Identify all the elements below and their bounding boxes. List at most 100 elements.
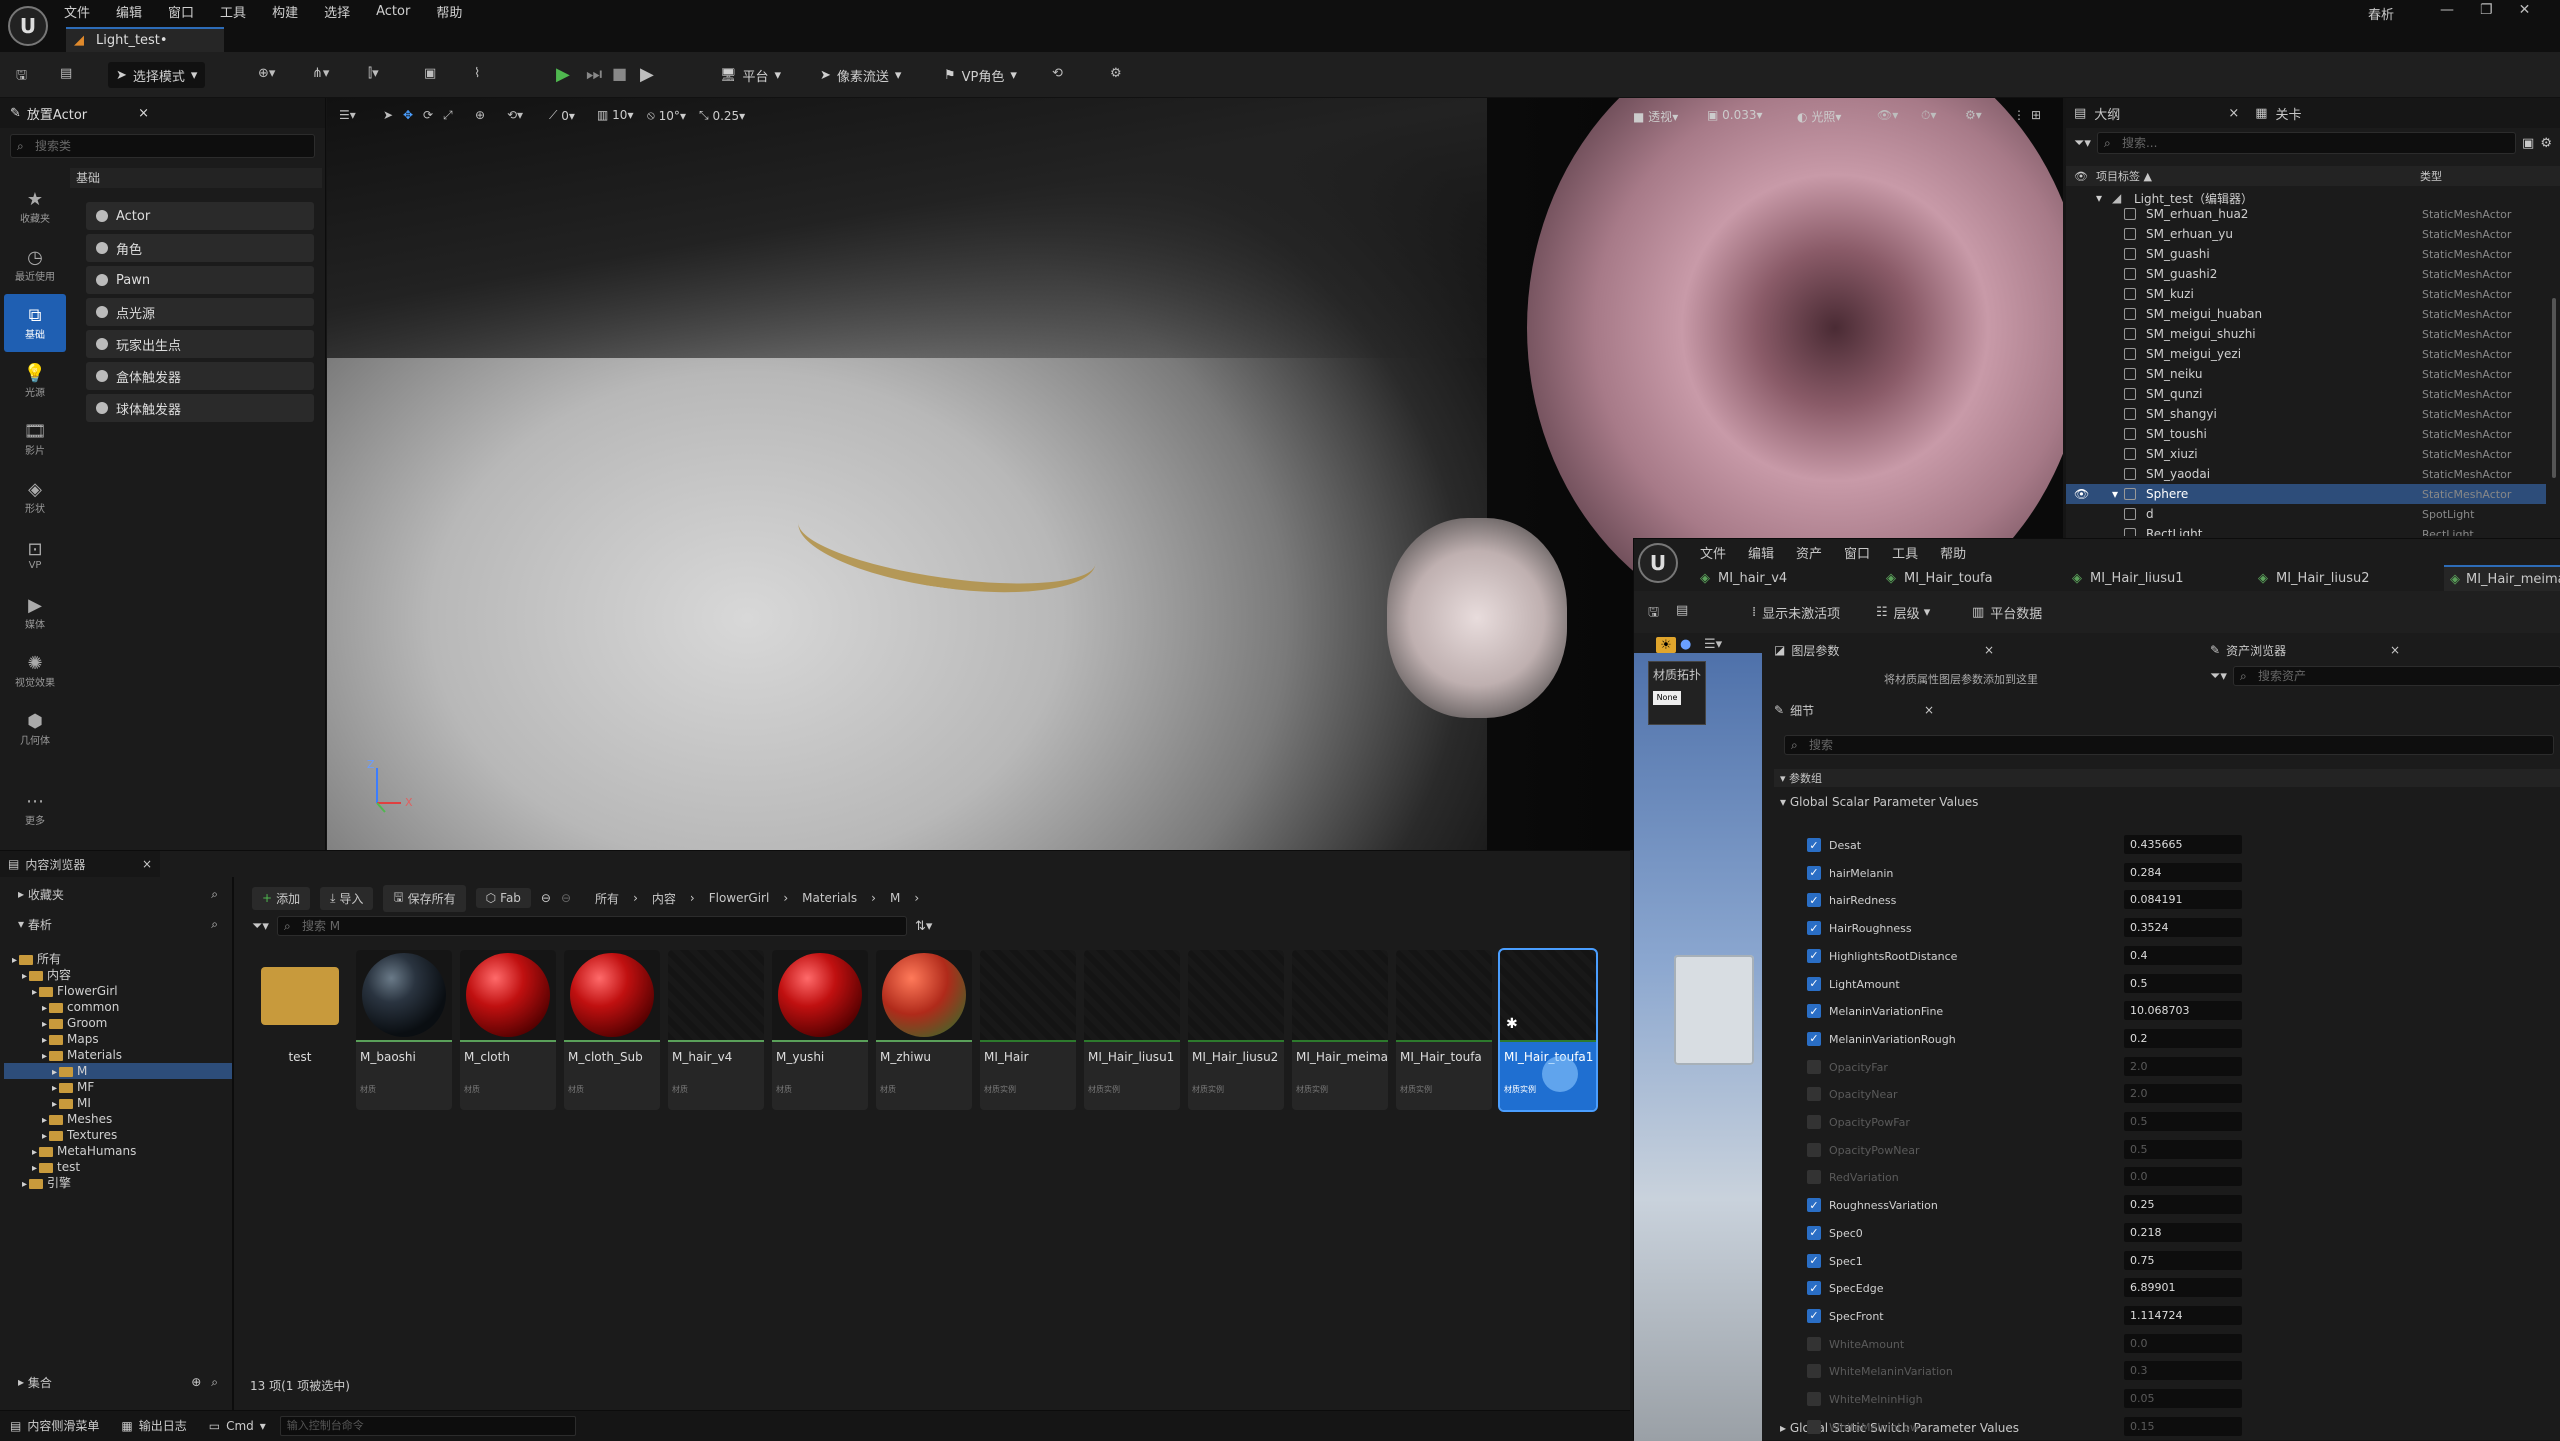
surface-snap-icon[interactable]: ⟲▾ <box>507 108 523 122</box>
content-icon[interactable]: ▤ <box>60 66 72 81</box>
place-item-box-trigger[interactable]: 盒体触发器 <box>86 362 314 390</box>
param-override-checkbox[interactable]: ✓ <box>1807 1031 1821 1046</box>
param-value-input[interactable]: 0.75 <box>2124 1250 2242 1270</box>
lit-mode-dropdown[interactable]: ◐ 光照 ▾ <box>1797 108 1841 125</box>
crumb-materials[interactable]: Materials <box>802 891 857 905</box>
asset-tile[interactable]: M_cloth 材质 <box>460 950 556 1110</box>
build-icon[interactable]: ⌇ <box>474 66 480 81</box>
param-override-checkbox[interactable]: ✓ <box>1807 865 1821 880</box>
param-override-checkbox[interactable]: ✓ <box>1807 1225 1821 1240</box>
filter-icon[interactable]: ⏷▾ <box>2074 136 2091 151</box>
menu-edit[interactable]: 编辑 <box>1748 543 1774 562</box>
more-options-icon[interactable]: ⋮ <box>2013 108 2025 122</box>
asset-tile[interactable]: M_baoshi 材质 <box>356 950 452 1110</box>
asset-search-input[interactable]: 搜索资产 <box>2232 666 2560 686</box>
column-type[interactable]: 类型 <box>2420 168 2442 184</box>
folder-tree-item[interactable]: ▸ Groom <box>4 1015 232 1031</box>
sequencer-icon[interactable]: ▣ <box>424 66 436 81</box>
asset-tile[interactable]: MI_Hair_toufa1 材质实例 ✱ <box>1498 948 1598 1112</box>
import-button[interactable]: ⤓ 导入 <box>320 886 374 910</box>
menu-build[interactable]: 构建 <box>272 2 298 21</box>
add-folder-icon[interactable]: ▣ <box>2522 136 2534 151</box>
close-tab-icon[interactable]: × <box>2390 643 2400 657</box>
param-override-checkbox[interactable]: ✓ <box>1807 921 1821 936</box>
column-label[interactable]: 项目标签 ▲ <box>2096 168 2152 184</box>
outliner-search-input[interactable]: 搜索... <box>2096 132 2517 154</box>
outliner-scrollbar[interactable] <box>2552 298 2556 478</box>
crumb-flowergirl[interactable]: FlowerGirl <box>709 891 770 905</box>
tab-mi-hair-v4[interactable]: ◈ MI_hair_v4 <box>1700 571 1886 586</box>
favorites-header[interactable]: ▸ 收藏夹 ⌕ <box>0 883 230 905</box>
step-icon[interactable]: ⏭ <box>586 64 602 85</box>
folder-tree-item[interactable]: ▸ 所有 <box>4 951 232 967</box>
crumb-m[interactable]: M <box>890 891 900 905</box>
viewport-menu-icon[interactable]: ☰▾ <box>339 108 356 122</box>
category-cinematic[interactable]: 🎞 影片 <box>4 410 66 468</box>
param-override-checkbox[interactable] <box>1807 1419 1821 1434</box>
outliner-row[interactable]: SM_kuzi StaticMeshActor <box>2066 284 2546 304</box>
level-tab[interactable]: ◢ Light_test• <box>66 27 224 52</box>
source-control-icon[interactable]: ⟲ <box>1052 66 1063 81</box>
param-override-checkbox[interactable]: ✓ <box>1807 1004 1821 1019</box>
perspective-dropdown[interactable]: ■ 透视 ▾ <box>1633 108 1678 125</box>
add-actor-icon[interactable]: ⊕▾ <box>258 66 275 81</box>
outliner-row[interactable]: SM_guashi StaticMeshActor <box>2066 244 2546 264</box>
asset-tile[interactable]: M_yushi 材质 <box>772 950 868 1110</box>
save-icon[interactable]: 🖫 <box>16 66 27 88</box>
param-value-input[interactable]: 1.114724 <box>2124 1305 2242 1325</box>
asset-tile[interactable]: MI_Hair_toufa 材质实例 <box>1396 950 1492 1110</box>
param-override-checkbox[interactable] <box>1807 1170 1821 1185</box>
folder-tree-item[interactable]: ▸ MetaHumans <box>4 1143 232 1159</box>
folder-tree-item[interactable]: ▸ common <box>4 999 232 1015</box>
close-tab-icon[interactable]: × <box>2228 106 2239 121</box>
visibility-icon[interactable]: 👁 <box>2074 170 2088 183</box>
folder-tree-item[interactable]: ▸ Maps <box>4 1031 232 1047</box>
play-options-icon[interactable]: ▶ <box>640 64 654 85</box>
param-override-checkbox[interactable] <box>1807 1336 1821 1351</box>
show-inactive-button[interactable]: ⁞ 显示未激活项 <box>1752 603 1840 622</box>
menu-asset[interactable]: 资产 <box>1796 543 1822 562</box>
folder-tree-item[interactable]: ▸ Materials <box>4 1047 232 1063</box>
asset-tile[interactable]: MI_Hair_meimao 材质实例 <box>1292 950 1388 1110</box>
outliner-row[interactable]: SM_xiuzi StaticMeshActor <box>2066 444 2546 464</box>
place-actors-tab[interactable]: ✎ 放置Actor × <box>0 98 325 128</box>
param-value-input[interactable]: 10.068703 <box>2124 1001 2242 1021</box>
param-override-checkbox[interactable] <box>1807 1142 1821 1157</box>
search-icon[interactable]: ⌕ <box>211 887 218 902</box>
menu-tools[interactable]: 工具 <box>1892 543 1918 562</box>
param-override-checkbox[interactable]: ✓ <box>1807 1308 1821 1323</box>
sort-icon[interactable]: ⇅▾ <box>915 919 932 934</box>
save-all-button[interactable]: 🖫 保存所有 <box>383 884 466 912</box>
save-icon[interactable]: 🖫 <box>1648 603 1659 625</box>
menu-tools[interactable]: 工具 <box>220 2 246 21</box>
param-value-input[interactable]: 0.5 <box>2124 1139 2242 1159</box>
sphere-preview-icon[interactable]: ● <box>1680 637 1691 652</box>
restore-icon[interactable]: ❐ <box>2480 2 2493 18</box>
menu-file[interactable]: 文件 <box>1700 543 1726 562</box>
console-input[interactable]: 输入控制台命令 <box>279 1415 576 1436</box>
close-tab-icon[interactable]: × <box>1924 703 1934 717</box>
param-value-input[interactable]: 0.0 <box>2124 1167 2242 1187</box>
param-value-input[interactable]: 0.3524 <box>2124 918 2242 938</box>
forward-icon[interactable]: ⊖ <box>561 891 571 905</box>
folder-tree-item[interactable]: ▸ M <box>4 1063 232 1079</box>
menu-select[interactable]: 选择 <box>324 2 350 21</box>
vp-role-dropdown[interactable]: ⚑ VP角色 ▾ <box>936 62 1025 88</box>
folder-tree-item[interactable]: ▸ MF <box>4 1079 232 1095</box>
material-preview-viewport[interactable]: ☀ ● ☰▾ 材质拓扑 None <box>1634 635 1762 1441</box>
hierarchy-dropdown[interactable]: ☷ 层级 ▾ <box>1876 603 1930 622</box>
param-value-input[interactable]: 0.5 <box>2124 1112 2242 1131</box>
param-override-checkbox[interactable]: ✓ <box>1807 948 1821 963</box>
asset-tile[interactable]: MI_Hair_liusu2 材质实例 <box>1188 950 1284 1110</box>
category-lights[interactable]: 💡 光源 <box>4 352 66 410</box>
place-item-actor[interactable]: Actor <box>86 202 314 230</box>
details-tab[interactable]: ✎ 细节 × <box>1774 699 1934 721</box>
unreal-logo-icon[interactable]: U <box>1638 543 1678 583</box>
folder-tree-item[interactable]: ▸ MI <box>4 1095 232 1111</box>
menu-window[interactable]: 窗口 <box>1844 543 1870 562</box>
outliner-row[interactable]: SM_meigui_yezi StaticMeshActor <box>2066 344 2546 364</box>
scale-tool-icon[interactable]: ⤢ <box>443 108 453 123</box>
show-flags-icon[interactable]: 👁▾ <box>1877 108 1898 122</box>
pixel-stream-dropdown[interactable]: ➤ 像素流送 ▾ <box>812 62 909 88</box>
cmd-dropdown[interactable]: ▭ Cmd ▾ <box>209 1419 266 1433</box>
